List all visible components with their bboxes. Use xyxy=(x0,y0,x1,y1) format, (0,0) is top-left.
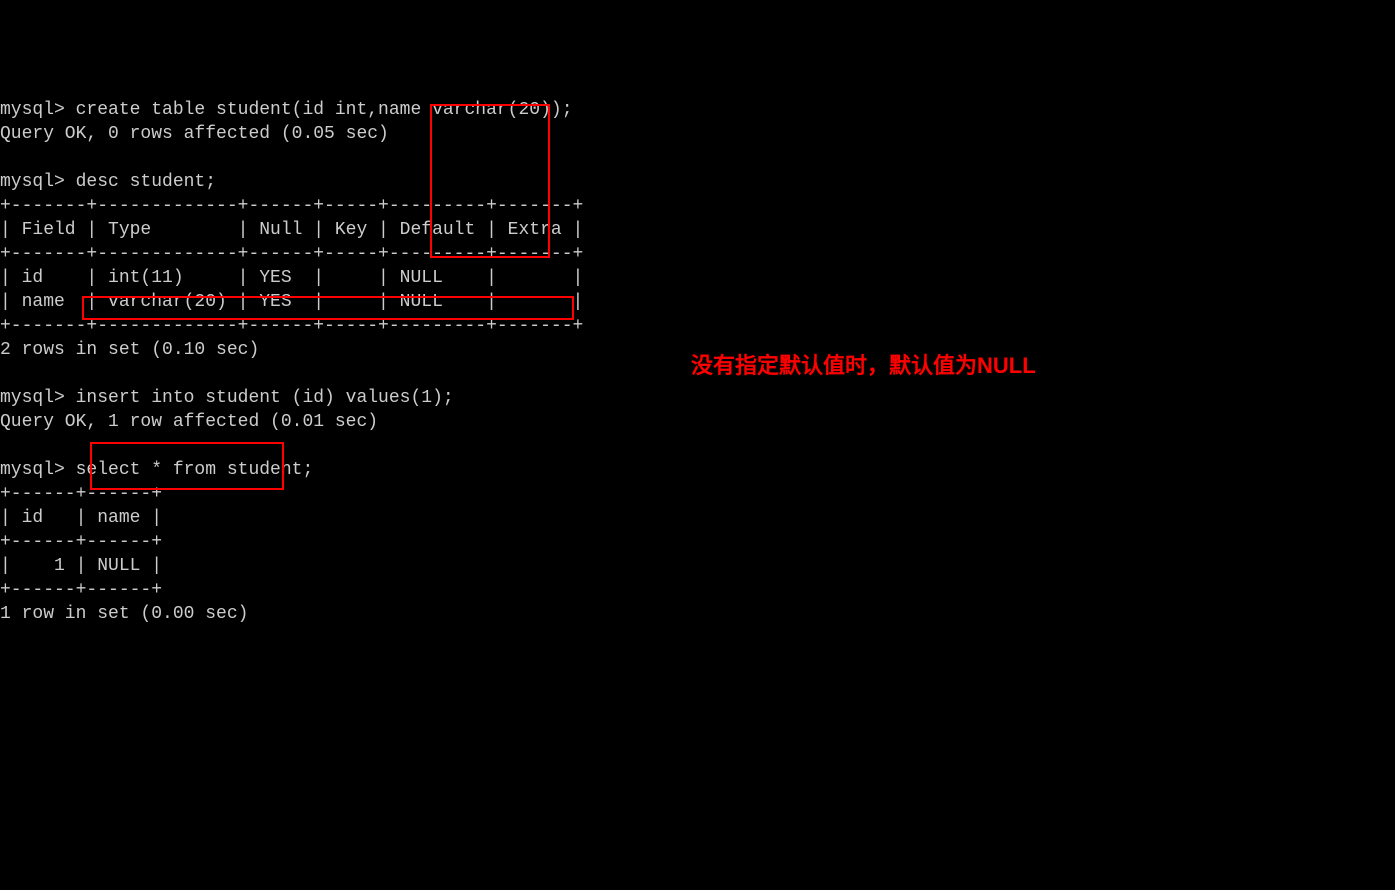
terminal-line: mysql> desc student; xyxy=(0,170,1395,194)
terminal-line: Query OK, 1 row affected (0.01 sec) xyxy=(0,410,1395,434)
terminal-line: | Field | Type | Null | Key | Default | … xyxy=(0,218,1395,242)
terminal-line: +-------+-------------+------+-----+----… xyxy=(0,314,1395,338)
terminal-line: | id | name | xyxy=(0,506,1395,530)
terminal-line: mysql> select * from student; xyxy=(0,458,1395,482)
terminal-line: +------+------+ xyxy=(0,578,1395,602)
terminal-line: +-------+-------------+------+-----+----… xyxy=(0,194,1395,218)
terminal-line: mysql> insert into student (id) values(1… xyxy=(0,386,1395,410)
terminal-line: | id | int(11) | YES | | NULL | | xyxy=(0,266,1395,290)
terminal-line xyxy=(0,434,1395,458)
terminal-line: Query OK, 0 rows affected (0.05 sec) xyxy=(0,122,1395,146)
terminal-line: | name | varchar(20) | YES | | NULL | | xyxy=(0,290,1395,314)
terminal-line xyxy=(0,146,1395,170)
terminal-line: mysql> create table student(id int,name … xyxy=(0,98,1395,122)
terminal-line: +-------+-------------+------+-----+----… xyxy=(0,242,1395,266)
terminal-line: +------+------+ xyxy=(0,530,1395,554)
terminal-line: +------+------+ xyxy=(0,482,1395,506)
terminal-line: | 1 | NULL | xyxy=(0,554,1395,578)
terminal-line: 1 row in set (0.00 sec) xyxy=(0,602,1395,626)
annotation-text: 没有指定默认值时，默认值为NULL xyxy=(691,354,1036,378)
